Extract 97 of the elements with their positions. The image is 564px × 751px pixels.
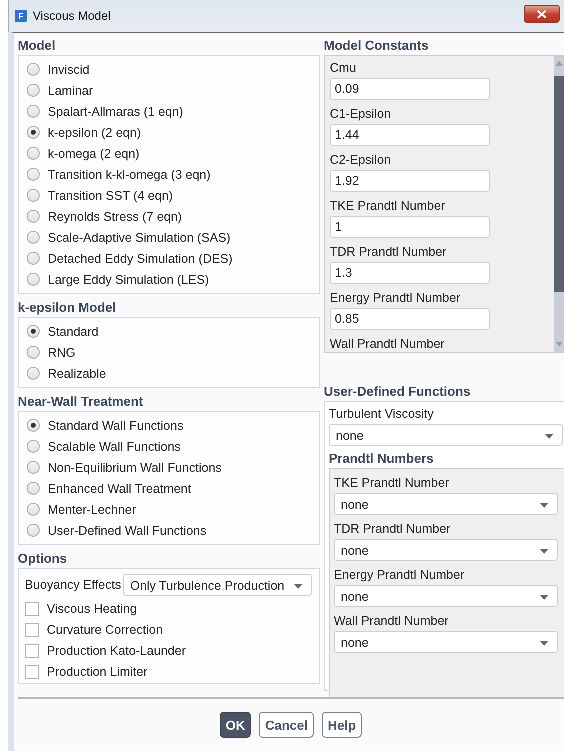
caret-icon — [540, 503, 549, 508]
radio-button[interactable] — [27, 419, 40, 432]
field-label: TKE Prandtl Number — [334, 475, 450, 492]
radio-label: Large Eddy Simulation (LES) — [48, 272, 210, 286]
field-label: Energy Prandtl Number — [334, 567, 465, 584]
checkbox[interactable] — [25, 664, 39, 678]
scrollbar[interactable] — [554, 56, 564, 352]
radio-label: Spalart-Allmaras (1 eqn) — [48, 104, 184, 118]
input-field[interactable]: 1.92 — [330, 170, 490, 192]
dialog-button[interactable]: Cancel — [259, 712, 314, 738]
dropdown[interactable]: none — [334, 493, 558, 515]
radio-label: Scale-Adaptive Simulation (SAS) — [48, 230, 231, 244]
field-label: TKE Prandtl Number — [330, 198, 446, 215]
checkbox-label: Curvature Correction — [47, 622, 164, 636]
section-heading: Near-Wall Treatment — [18, 393, 144, 411]
radio-label: k-omega (2 eqn) — [48, 146, 140, 160]
radio-button[interactable] — [27, 147, 40, 160]
section-heading: k-epsilon Model — [18, 299, 118, 317]
dropdown[interactable]: none — [334, 631, 558, 653]
field-label: Cmu — [330, 60, 356, 77]
radio-button[interactable] — [27, 440, 40, 453]
radio-label: Reynolds Stress (7 eqn) — [48, 210, 182, 224]
caret-icon — [294, 584, 303, 589]
field-label: Wall Prandtl Number — [334, 613, 449, 630]
radio-button[interactable] — [27, 252, 40, 265]
dialog-button[interactable]: OK — [220, 712, 252, 738]
section-heading: User-Defined Functions — [324, 383, 472, 401]
radio-button[interactable] — [27, 346, 40, 359]
window-title: Viscous Model — [33, 9, 111, 23]
radio-button[interactable] — [27, 168, 40, 181]
radio-button[interactable] — [27, 273, 40, 286]
section-heading: Prandtl Numbers — [329, 450, 435, 468]
checkbox[interactable] — [25, 602, 39, 616]
radio-button[interactable] — [27, 325, 40, 338]
caret-icon — [545, 434, 554, 439]
radio-button[interactable] — [27, 482, 40, 495]
field-label: TDR Prandtl Number — [330, 244, 447, 261]
radio-button[interactable] — [27, 126, 40, 139]
radio-button[interactable] — [27, 367, 40, 380]
scroll-up-icon — [556, 61, 562, 66]
section-heading: Model Constants — [324, 37, 430, 55]
checkbox-label: Production Limiter — [47, 664, 148, 678]
input-field[interactable]: 1.44 — [330, 124, 490, 146]
section-heading: Model — [18, 37, 57, 55]
field-label: Wall Prandtl Number — [330, 336, 445, 352]
dropdown[interactable]: none — [329, 424, 563, 446]
radio-label: RNG — [48, 346, 76, 360]
close-button[interactable] — [524, 5, 560, 23]
radio-button[interactable] — [27, 84, 40, 97]
radio-label: Non-Equilibrium Wall Functions — [48, 460, 222, 474]
input-field[interactable]: 1.3 — [330, 262, 490, 284]
radio-label: Standard — [48, 324, 99, 338]
radio-button[interactable] — [27, 105, 40, 118]
radio-label: k-epsilon (2 eqn) — [48, 126, 142, 140]
radio-button[interactable] — [27, 524, 40, 537]
checkbox-label: Production Kato-Launder — [47, 644, 186, 658]
app-icon: F — [15, 10, 27, 22]
field-label: TDR Prandtl Number — [334, 521, 451, 538]
radio-label: Scalable Wall Functions — [48, 440, 181, 454]
input-field[interactable]: 0.85 — [330, 308, 490, 330]
checkbox-label: Viscous Heating — [47, 602, 138, 616]
dropdown[interactable]: none — [334, 539, 558, 561]
checkbox[interactable] — [25, 644, 39, 658]
section-heading: Options — [18, 550, 68, 568]
scroll-down-icon — [556, 342, 562, 347]
radio-label: Inviscid — [48, 62, 90, 76]
dialog-button[interactable]: Help — [322, 712, 362, 738]
radio-label: Standard Wall Functions — [48, 418, 184, 432]
field-label: Turbulent Viscosity — [329, 406, 434, 423]
field-label: C2-Epsilon — [330, 152, 392, 169]
radio-label: Menter-Lechner — [48, 502, 136, 516]
input-field[interactable]: 0.09 — [330, 78, 490, 100]
radio-label: Transition k-kl-omega (3 eqn) — [48, 168, 211, 182]
caret-icon — [540, 549, 549, 554]
field-label: Energy Prandtl Number — [330, 290, 461, 307]
radio-button[interactable] — [27, 189, 40, 202]
radio-label: User-Defined Wall Functions — [48, 524, 207, 538]
radio-button[interactable] — [27, 63, 40, 76]
caret-icon — [540, 641, 549, 646]
field-label: Buoyancy Effects — [25, 578, 122, 592]
radio-label: Laminar — [48, 84, 94, 98]
dropdown[interactable]: Only Turbulence Production — [123, 574, 312, 596]
scrollbar-thumb[interactable] — [554, 76, 564, 292]
radio-button[interactable] — [27, 231, 40, 244]
radio-button[interactable] — [27, 461, 40, 474]
close-icon — [537, 10, 547, 18]
checkbox[interactable] — [25, 622, 39, 636]
field-label: C1-Epsilon — [330, 106, 392, 123]
radio-label: Enhanced Wall Treatment — [48, 482, 192, 496]
input-field[interactable]: 1 — [330, 216, 490, 238]
radio-label: Realizable — [48, 366, 106, 380]
dropdown[interactable]: none — [334, 585, 558, 607]
radio-label: Detached Eddy Simulation (DES) — [48, 252, 233, 266]
radio-button[interactable] — [27, 503, 40, 516]
radio-button[interactable] — [27, 210, 40, 223]
caret-icon — [540, 595, 549, 600]
radio-label: Transition SST (4 eqn) — [48, 188, 174, 202]
